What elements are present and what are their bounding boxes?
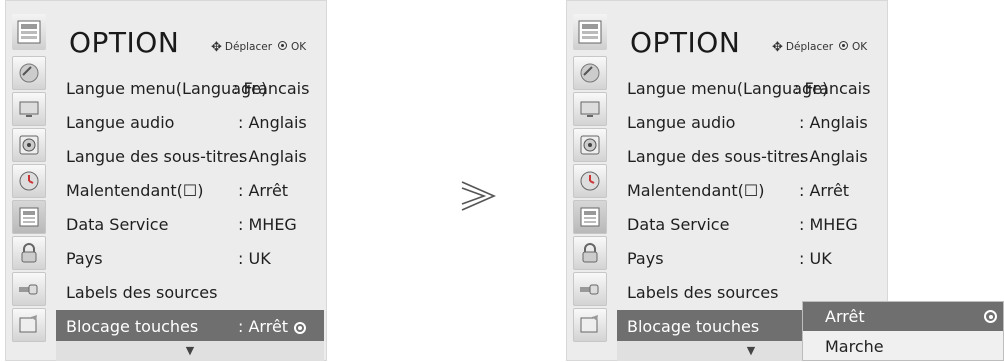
screen-icon[interactable]: [573, 308, 607, 342]
menu-item-langue-sous-titres[interactable]: Langue des sous-titres: Anglais: [56, 140, 324, 174]
scroll-down-icon[interactable]: ▼: [56, 341, 324, 361]
menu-item-value-text: : Arrêt: [238, 317, 289, 336]
option-icon[interactable]: [573, 200, 607, 234]
move-arrows-icon: ✥: [772, 40, 783, 55]
option-icon[interactable]: [12, 200, 46, 234]
menu-item-label: Malentendant(☐): [627, 181, 765, 200]
ok-icon: [278, 41, 288, 50]
screen-icon[interactable]: [12, 308, 46, 342]
selected-indicator-icon: [294, 322, 307, 334]
option-marche[interactable]: Marche: [803, 332, 1003, 361]
menu-item-labels-sources[interactable]: Labels des sources: [56, 276, 324, 310]
clock-icon[interactable]: [573, 164, 607, 198]
menu-item-value: : Anglais: [799, 113, 868, 132]
menu-item-label: Langue des sous-titres: [627, 147, 809, 166]
menu-item-label: Data Service: [66, 215, 169, 234]
menu-item-malentendant[interactable]: Malentendant(☐) : Arrêt: [617, 174, 885, 208]
menu-item-label: Blocage touches: [627, 317, 760, 336]
menu-item-value: : Anglais: [799, 147, 868, 166]
speaker-icon[interactable]: [573, 128, 607, 162]
speaker-icon[interactable]: [12, 128, 46, 162]
menu-item-value: : Arrêt: [799, 181, 850, 200]
menu-item-label: Langue audio: [66, 113, 175, 132]
menu-item-value: : Arrêt: [238, 310, 307, 344]
menu-item-label: Labels des sources: [627, 283, 779, 302]
option-icon: [573, 14, 607, 50]
menu-item-label: Langue audio: [627, 113, 736, 132]
page-title: OPTION: [630, 26, 741, 59]
nav-hint: ✥ Déplacer OK: [772, 40, 867, 55]
menu-item-data-service[interactable]: Data Service : MHEG: [617, 208, 885, 242]
menu-item-blocage-touches[interactable]: Blocage touches : Arrêt: [56, 310, 324, 344]
monitor-icon[interactable]: [12, 92, 46, 126]
menu-item-label: Langue des sous-titres: [66, 147, 248, 166]
selected-indicator-icon: [984, 310, 997, 323]
menu-item-value: : Francais: [233, 79, 310, 98]
lock-icon[interactable]: [573, 236, 607, 270]
option-label: Marche: [825, 337, 884, 356]
menu-item-langue-menu[interactable]: Langue menu(Language): Francais: [617, 72, 885, 106]
nav-move-label: Déplacer: [224, 41, 273, 53]
satellite-icon[interactable]: [12, 56, 46, 90]
sidebar: [573, 56, 607, 362]
menu-item-value: : Francais: [794, 79, 871, 98]
menu-item-langue-menu[interactable]: Langue menu(Language): Francais: [56, 72, 324, 106]
menu-item-langue-audio[interactable]: Langue audio : Anglais: [56, 106, 324, 140]
menu-item-langue-audio[interactable]: Langue audio : Anglais: [617, 106, 885, 140]
clock-icon[interactable]: [12, 164, 46, 198]
menu-item-label: Labels des sources: [66, 283, 218, 302]
next-step-arrow-icon: [458, 178, 498, 214]
menu-item-label: Malentendant(☐): [66, 181, 204, 200]
menu-item-value: : Anglais: [238, 147, 307, 166]
menu-item-langue-sous-titres[interactable]: Langue des sous-titres: Anglais: [617, 140, 885, 174]
input-icon[interactable]: [12, 272, 46, 306]
move-arrows-icon: ✥: [211, 40, 222, 55]
ok-icon: [839, 41, 849, 50]
menu-item-pays[interactable]: Pays : UK: [56, 242, 324, 276]
page-title: OPTION: [69, 26, 180, 59]
menu-item-label: Data Service: [627, 215, 730, 234]
menu-item-value: : Arrêt: [238, 181, 289, 200]
lock-icon[interactable]: [12, 236, 46, 270]
nav-ok-label: OK: [291, 41, 307, 53]
input-icon[interactable]: [573, 272, 607, 306]
sidebar: [12, 56, 46, 362]
option-menu-panel: OPTION ✥ Déplacer OK Langue menu(Language)…: [5, 0, 327, 361]
nav-ok-label: OK: [852, 41, 868, 53]
option-icon: [12, 14, 46, 50]
menu-item-value: : Anglais: [238, 113, 307, 132]
nav-hint: ✥ Déplacer OK: [211, 40, 306, 55]
menu-item-value: : UK: [799, 249, 832, 268]
menu-item-value: : UK: [238, 249, 271, 268]
menu-item-value: : MHEG: [799, 215, 858, 234]
satellite-icon[interactable]: [573, 56, 607, 90]
nav-move-label: Déplacer: [785, 41, 834, 53]
option-arret[interactable]: Arrêt: [803, 302, 1003, 331]
menu-item-data-service[interactable]: Data Service : MHEG: [56, 208, 324, 242]
menu-item-value: : MHEG: [238, 215, 297, 234]
blocage-touches-dropdown: Arrêt Marche: [802, 301, 1004, 361]
menu-item-malentendant[interactable]: Malentendant(☐) : Arrêt: [56, 174, 324, 208]
menu-item-label: Blocage touches: [66, 317, 199, 336]
menu-item-label: Pays: [66, 249, 103, 268]
menu-item-pays[interactable]: Pays : UK: [617, 242, 885, 276]
option-label: Arrêt: [825, 307, 865, 326]
monitor-icon[interactable]: [573, 92, 607, 126]
menu-item-label: Pays: [627, 249, 664, 268]
